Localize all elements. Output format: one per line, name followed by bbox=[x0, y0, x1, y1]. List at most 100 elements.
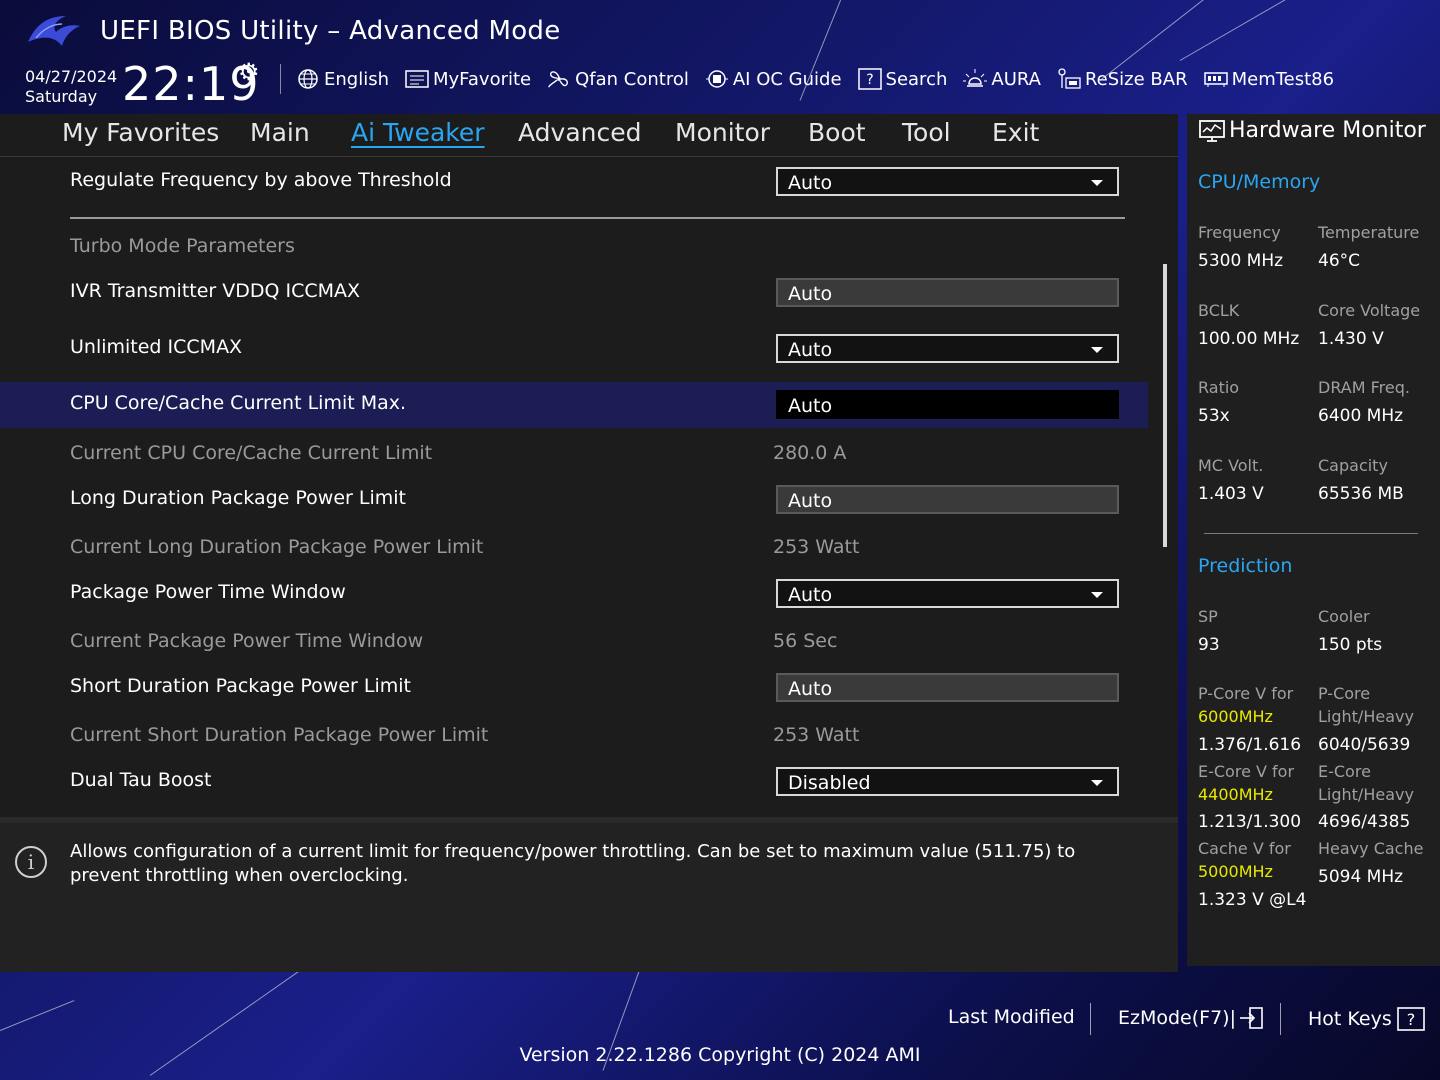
info-label: Current CPU Core/Cache Current Limit bbox=[70, 442, 433, 464]
cache-v-value: 1.323 V @L4 bbox=[1198, 890, 1307, 910]
core-voltage-label: Core Voltage bbox=[1318, 301, 1421, 320]
regulate-frequency-dropdown[interactable]: Auto bbox=[776, 167, 1119, 196]
header-divider bbox=[280, 64, 281, 94]
date-text: 04/27/2024 bbox=[25, 67, 118, 86]
tab-boot[interactable]: Boot bbox=[808, 118, 866, 147]
input-value: Auto bbox=[788, 395, 833, 417]
memory-icon bbox=[1203, 68, 1228, 90]
mc-volt-value: 1.403 V bbox=[1198, 484, 1264, 504]
setting-row-cpu-core-cache-limit[interactable]: CPU Core/Cache Current Limit Max. Auto bbox=[0, 382, 1148, 428]
last-modified-button[interactable]: Last Modified bbox=[948, 1006, 1075, 1028]
aura-button[interactable]: AURA bbox=[963, 68, 1041, 90]
setting-row-package-time-window[interactable]: Package Power Time Window Auto bbox=[0, 571, 1148, 615]
info-row-current-short-duration: Current Short Duration Package Power Lim… bbox=[0, 714, 1148, 758]
pcore-v-freq: 6000MHz bbox=[1198, 707, 1273, 726]
ai-oc-guide-button[interactable]: AI OC Guide bbox=[705, 68, 842, 90]
settings-scrollbar[interactable] bbox=[1163, 264, 1167, 547]
ratio-value: 53x bbox=[1198, 406, 1230, 426]
unlimited-iccmax-dropdown[interactable]: Auto bbox=[776, 334, 1119, 363]
search-button[interactable]: ? Search bbox=[857, 68, 947, 90]
language-label: English bbox=[324, 68, 389, 90]
language-button[interactable]: English bbox=[296, 68, 389, 90]
ecore-lh-label-2: Light/Heavy bbox=[1318, 785, 1414, 804]
temperature-label: Temperature bbox=[1318, 223, 1420, 242]
heavy-cache-value: 5094 MHz bbox=[1318, 867, 1404, 887]
capacity-value: 65536 MB bbox=[1318, 484, 1404, 504]
resize-bar-button[interactable]: ReSize BAR bbox=[1057, 68, 1188, 90]
clock-settings-gear-icon[interactable]: ⚙ bbox=[238, 58, 260, 86]
cache-v-freq: 5000MHz bbox=[1198, 862, 1273, 881]
ezmode-button[interactable]: EzMode(F7)| bbox=[1118, 1006, 1264, 1030]
hardware-monitor-title: Hardware Monitor bbox=[1199, 118, 1426, 143]
ai-oc-guide-label: AI OC Guide bbox=[732, 68, 842, 90]
setting-row-ivr-vddq-iccmax[interactable]: IVR Transmitter VDDQ ICCMAX Auto bbox=[0, 270, 1148, 314]
main-panel: My Favorites Main Ai Tweaker Advanced Mo… bbox=[0, 114, 1178, 972]
dropdown-value: Disabled bbox=[788, 772, 871, 794]
long-duration-limit-input[interactable]: Auto bbox=[776, 485, 1119, 514]
package-time-window-dropdown[interactable]: Auto bbox=[776, 579, 1119, 608]
input-value: Auto bbox=[788, 283, 833, 305]
qfan-control-label: Qfan Control bbox=[575, 68, 689, 90]
pcore-lh-label: P-Core Light/Heavy bbox=[1318, 682, 1414, 728]
cache-v-label-text: Cache V for bbox=[1198, 839, 1291, 858]
dropdown-value: Auto bbox=[788, 584, 833, 606]
ecore-lh-value: 4696/4385 bbox=[1318, 812, 1411, 832]
version-text: Version 2.22.1286 Copyright (C) 2024 AMI bbox=[519, 1044, 921, 1066]
hot-keys-button[interactable]: Hot Keys ? bbox=[1308, 1006, 1426, 1032]
dual-tau-boost-dropdown[interactable]: Disabled bbox=[776, 767, 1119, 796]
setting-row-long-duration-limit[interactable]: Long Duration Package Power Limit Auto bbox=[0, 477, 1148, 521]
cpu-memory-heading: CPU/Memory bbox=[1198, 171, 1321, 193]
pcore-v-label-text: P-Core V for bbox=[1198, 684, 1294, 703]
frequency-value: 5300 MHz bbox=[1198, 251, 1284, 271]
app-title: UEFI BIOS Utility – Advanced Mode bbox=[100, 16, 561, 46]
setting-row-regulate-frequency[interactable]: Regulate Frequency by above Threshold Au… bbox=[0, 159, 1148, 203]
hot-keys-help-icon: ? bbox=[1396, 1007, 1425, 1031]
tab-ai-tweaker[interactable]: Ai Tweaker bbox=[351, 118, 485, 147]
ecore-v-value: 1.213/1.300 bbox=[1198, 812, 1302, 832]
rog-logo-icon bbox=[28, 16, 80, 46]
setting-label: CPU Core/Cache Current Limit Max. bbox=[70, 392, 407, 414]
info-row-current-long-duration: Current Long Duration Package Power Limi… bbox=[0, 526, 1148, 570]
setting-row-short-duration-limit[interactable]: Short Duration Package Power Limit Auto bbox=[0, 665, 1148, 709]
input-value: Auto bbox=[788, 678, 833, 700]
short-duration-limit-input[interactable]: Auto bbox=[776, 673, 1119, 702]
memtest86-button[interactable]: MemTest86 bbox=[1203, 68, 1334, 90]
help-panel: i Allows configuration of a current limi… bbox=[0, 817, 1178, 972]
tab-tool[interactable]: Tool bbox=[902, 118, 951, 147]
cooler-label: Cooler bbox=[1318, 607, 1370, 626]
heavy-cache-label: Heavy Cache bbox=[1318, 839, 1424, 858]
pcore-lh-label-1: P-Core bbox=[1318, 684, 1371, 703]
core-voltage-value: 1.430 V bbox=[1318, 329, 1384, 349]
setting-row-dual-tau-boost[interactable]: Dual Tau Boost Disabled bbox=[0, 759, 1148, 803]
input-value: Auto bbox=[788, 490, 833, 512]
tab-advanced[interactable]: Advanced bbox=[518, 118, 642, 147]
background-streak bbox=[0, 1000, 75, 1031]
setting-label: Regulate Frequency by above Threshold bbox=[70, 169, 452, 191]
info-value: 253 Watt bbox=[773, 724, 860, 746]
tab-main[interactable]: Main bbox=[250, 118, 310, 147]
info-value: 56 Sec bbox=[773, 630, 838, 652]
svg-text:?: ? bbox=[866, 72, 873, 88]
ivr-vddq-iccmax-input[interactable]: Auto bbox=[776, 278, 1119, 307]
setting-label: Unlimited ICCMAX bbox=[70, 336, 243, 358]
ecore-lh-label-1: E-Core bbox=[1318, 762, 1371, 781]
setting-row-unlimited-iccmax[interactable]: Unlimited ICCMAX Auto bbox=[0, 326, 1148, 370]
ecore-v-label-text: E-Core V for bbox=[1198, 762, 1295, 781]
setting-label: IVR Transmitter VDDQ ICCMAX bbox=[70, 280, 361, 302]
hw-divider bbox=[1204, 533, 1418, 534]
setting-label: Long Duration Package Power Limit bbox=[70, 487, 406, 509]
ecore-lh-label: E-Core Light/Heavy bbox=[1318, 760, 1414, 806]
tab-my-favorites[interactable]: My Favorites bbox=[62, 118, 219, 147]
sp-label: SP bbox=[1198, 607, 1218, 626]
cpu-core-cache-limit-input[interactable]: Auto bbox=[776, 390, 1119, 419]
help-text: Allows configuration of a current limit … bbox=[70, 841, 1076, 886]
setting-label: Short Duration Package Power Limit bbox=[70, 675, 411, 697]
tab-monitor[interactable]: Monitor bbox=[675, 118, 770, 147]
qfan-control-button[interactable]: Qfan Control bbox=[547, 68, 689, 90]
info-value: 253 Watt bbox=[773, 536, 860, 558]
myfavorite-button[interactable]: MyFavorite bbox=[405, 68, 531, 90]
cooler-value: 150 pts bbox=[1318, 635, 1383, 655]
tab-exit[interactable]: Exit bbox=[992, 118, 1039, 147]
bclk-label: BCLK bbox=[1198, 301, 1240, 320]
dropdown-arrow-icon bbox=[1091, 180, 1103, 186]
